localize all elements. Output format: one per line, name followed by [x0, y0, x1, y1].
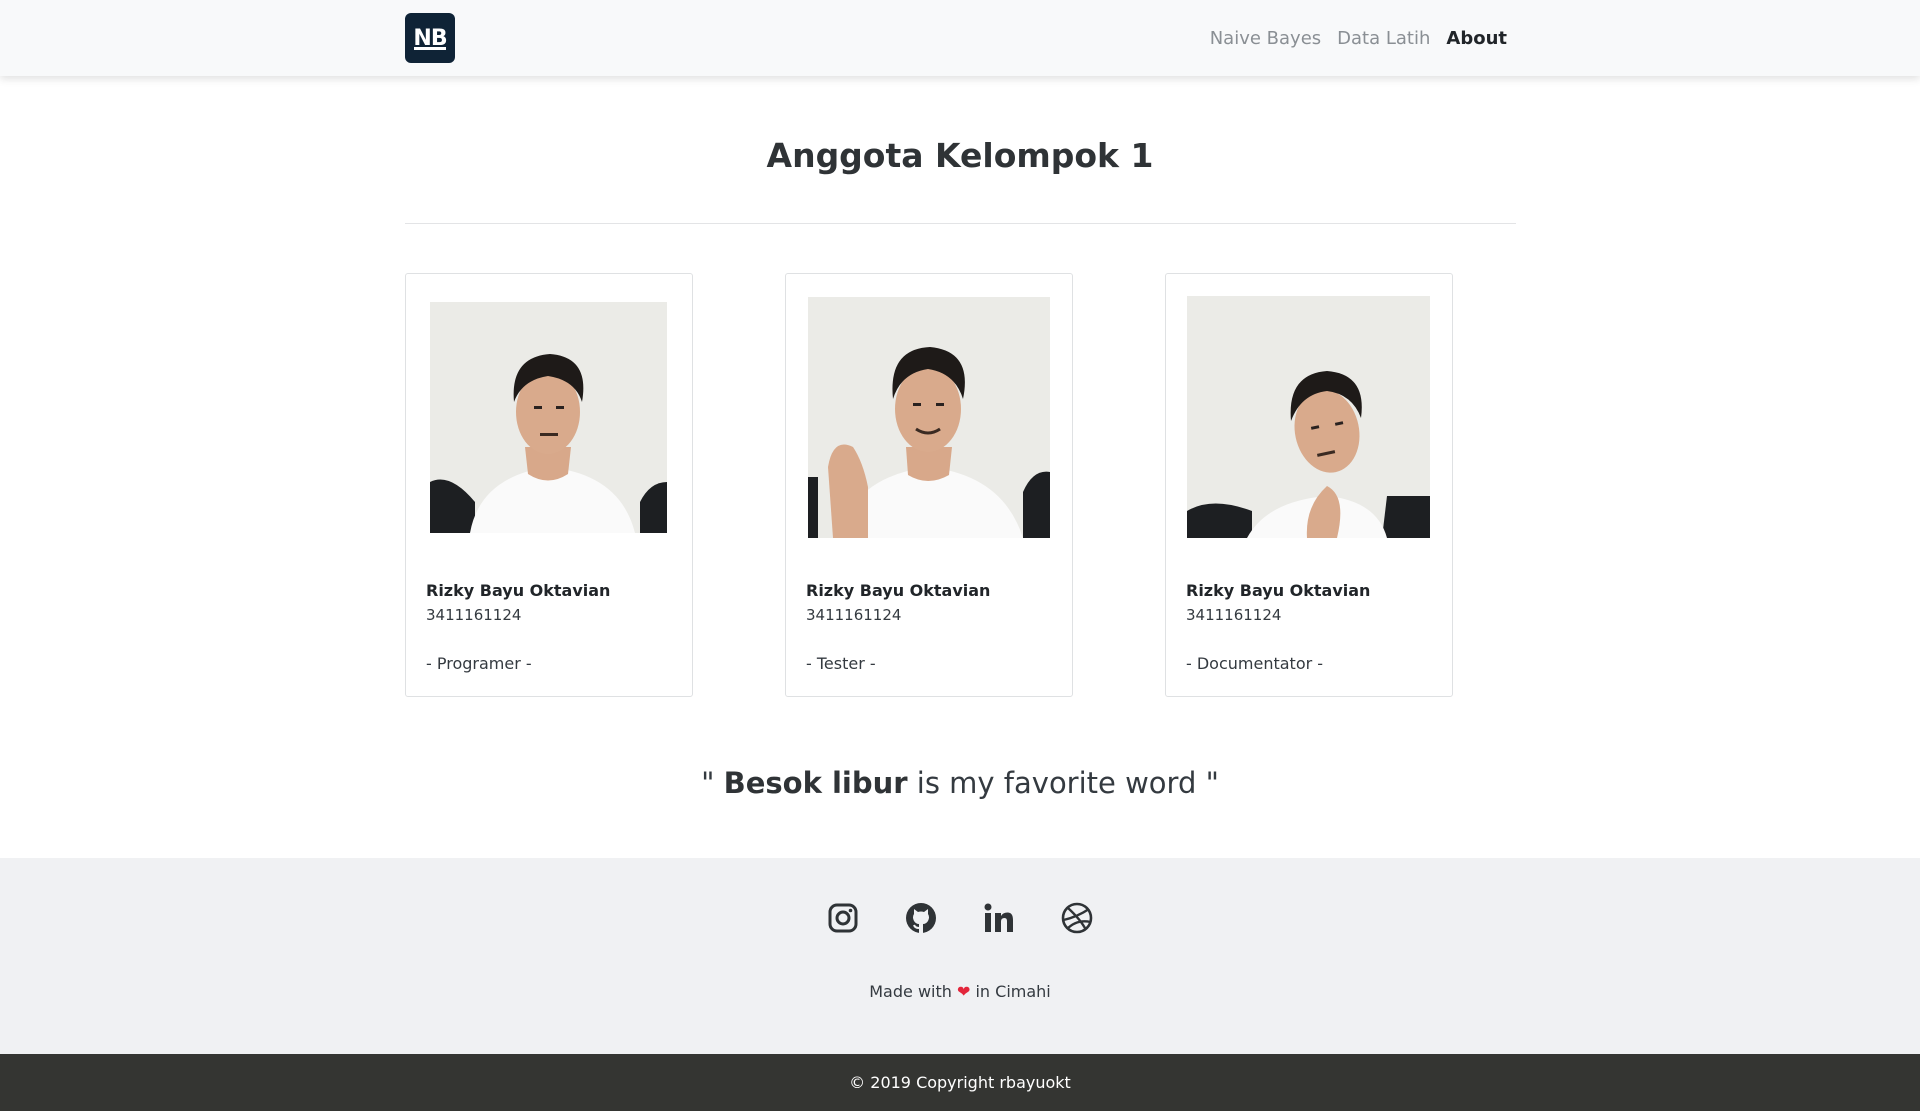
- member-role: - Tester -: [806, 654, 876, 673]
- member-role: - Programer -: [426, 654, 532, 673]
- instagram-icon: [828, 903, 858, 933]
- quote-rest: is my favorite word ": [907, 766, 1219, 800]
- made-with-text: Made with ❤ in Cimahi: [0, 982, 1920, 1001]
- member-nim: 3411161124: [806, 606, 902, 624]
- heart-icon: ❤: [956, 982, 971, 1001]
- made-suffix: in Cimahi: [975, 982, 1051, 1001]
- member-photo: [808, 297, 1050, 538]
- member-photo: [430, 302, 667, 533]
- member-photo-illustration: [808, 297, 1050, 538]
- favorite-quote: " Besok libur is my favorite word ": [0, 766, 1920, 800]
- main-nav: Naive Bayes Data Latih About: [1210, 0, 1507, 76]
- member-nim: 3411161124: [1186, 606, 1282, 624]
- member-card: Rizky Bayu Oktavian 3411161124 - Program…: [405, 273, 693, 697]
- quote-bold: Besok libur: [723, 766, 908, 800]
- nav-item-data-latih[interactable]: Data Latih: [1337, 28, 1430, 49]
- quote-open: ": [701, 766, 724, 800]
- member-photo-illustration: [1187, 296, 1430, 538]
- instagram-link[interactable]: [825, 900, 861, 936]
- member-card: Rizky Bayu Oktavian 3411161124 - Documen…: [1165, 273, 1453, 697]
- brand-logo-underline: [414, 47, 446, 50]
- linkedin-link[interactable]: [981, 900, 1017, 936]
- title-divider: [405, 223, 1516, 224]
- nav-item-naive-bayes[interactable]: Naive Bayes: [1210, 28, 1321, 49]
- member-photo-illustration: [430, 302, 667, 533]
- navbar: NB Naive Bayes Data Latih About: [0, 0, 1920, 76]
- copyright-bar: © 2019 Copyright rbayuokt: [0, 1054, 1920, 1111]
- dribbble-link[interactable]: [1059, 900, 1095, 936]
- nav-item-about[interactable]: About: [1446, 28, 1507, 49]
- member-card: Rizky Bayu Oktavian 3411161124 - Tester …: [785, 273, 1073, 697]
- page-title: Anggota Kelompok 1: [766, 136, 1154, 175]
- linkedin-icon: [984, 903, 1013, 932]
- footer: Made with ❤ in Cimahi: [0, 858, 1920, 1054]
- member-name: Rizky Bayu Oktavian: [1186, 581, 1371, 600]
- github-link[interactable]: [903, 900, 939, 936]
- member-nim: 3411161124: [426, 606, 522, 624]
- copyright-text: © 2019 Copyright rbayuokt: [849, 1073, 1071, 1092]
- made-prefix: Made with: [869, 982, 952, 1001]
- member-name: Rizky Bayu Oktavian: [806, 581, 991, 600]
- dribbble-icon: [1061, 902, 1093, 934]
- member-name: Rizky Bayu Oktavian: [426, 581, 611, 600]
- github-icon: [906, 903, 936, 933]
- member-role: - Documentator -: [1186, 654, 1324, 673]
- member-photo: [1187, 296, 1430, 538]
- social-links: [0, 900, 1920, 936]
- brand-logo[interactable]: NB: [405, 13, 455, 63]
